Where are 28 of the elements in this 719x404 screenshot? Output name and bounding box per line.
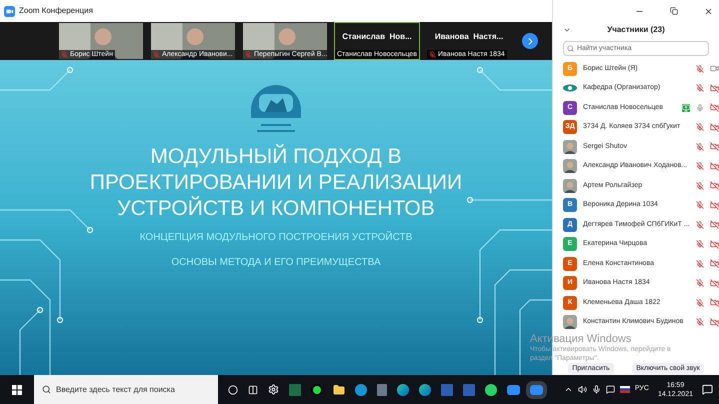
collapse-icon[interactable] xyxy=(563,26,571,34)
slide-title: ПРОЕКТИРОВАНИИ И РЕАЛИЗАЦИИ xyxy=(90,170,462,196)
cortana-icon[interactable] xyxy=(228,384,238,394)
search-icon xyxy=(42,385,51,394)
slide-subtitle: ОСНОВЫ МЕТОДА И ЕГО ПРЕИМУЩЕСТВА xyxy=(171,256,381,270)
slide-title: МОДУЛЬНЫЙ ПОДХОД В xyxy=(150,144,402,170)
participant-name: Станислав Нов... xyxy=(342,31,412,43)
next-page-button[interactable] xyxy=(522,33,538,49)
notification-icon[interactable] xyxy=(606,385,615,394)
action-center-icon[interactable] xyxy=(702,384,713,395)
panel-title: Участники (23) xyxy=(606,24,666,36)
camera-logo-icon xyxy=(4,6,15,16)
window-title: Zoom Конференция xyxy=(19,5,93,17)
mic-icon[interactable] xyxy=(592,385,601,394)
task-view-icon[interactable] xyxy=(248,384,258,394)
speaker-icon[interactable] xyxy=(578,385,587,394)
participant-name: Иванова Настя... xyxy=(434,31,504,43)
tray-expand-icon[interactable] xyxy=(564,385,573,394)
start-icon[interactable] xyxy=(12,384,22,394)
search-icon xyxy=(567,45,574,52)
flag-icon xyxy=(620,386,630,393)
settings-icon[interactable] xyxy=(268,384,279,395)
restore-icon[interactable] xyxy=(670,7,678,15)
slide-subtitle: КОНЦЕПЦИЯ МОДУЛЬНОГО ПОСТРОЕНИЯ УСТРОЙСТВ xyxy=(140,230,412,245)
folder-icon[interactable] xyxy=(333,384,345,396)
taskbar-search-field[interactable]: Введите здесь текст для поиска xyxy=(34,375,218,404)
slide-title: УСТРОЙСТВ И КОМПОНЕНТОВ xyxy=(117,196,435,222)
close-icon[interactable] xyxy=(704,6,713,16)
